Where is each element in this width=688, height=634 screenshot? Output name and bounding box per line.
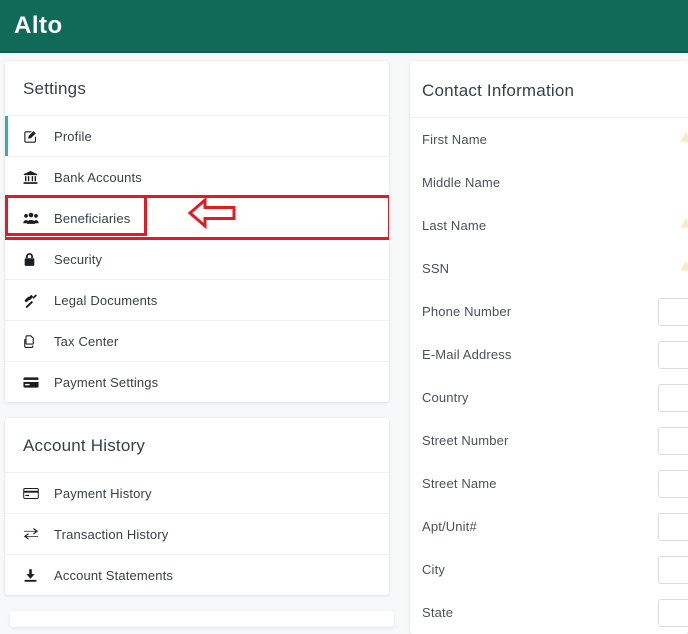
apt-unit-input[interactable]: [658, 513, 688, 541]
sidebar-item-account-statements[interactable]: Account Statements: [5, 554, 389, 595]
sidebar-item-legal-documents[interactable]: Legal Documents: [5, 279, 389, 320]
state-input[interactable]: [658, 599, 688, 627]
sidebar-item-label: Beneficiaries: [54, 210, 131, 226]
account-history-card-title: Account History: [23, 436, 146, 455]
sidebar-item-payment-history[interactable]: Payment History: [5, 472, 389, 513]
account-history-card: Account History Payment History Transact…: [5, 418, 389, 595]
credit-card-icon: [23, 376, 45, 389]
sidebar-item-label: Tax Center: [54, 333, 119, 349]
settings-card: Settings Profile Bank Accounts Beneficia…: [5, 61, 389, 402]
email-address-input[interactable]: [658, 341, 688, 369]
street-name-input[interactable]: [658, 470, 688, 498]
settings-card-title: Settings: [23, 79, 87, 98]
warning-icon: [680, 217, 688, 229]
gavel-icon: [23, 293, 45, 308]
sidebar-item-transaction-history[interactable]: Transaction History: [5, 513, 389, 554]
sidebar-item-label: Transaction History: [54, 526, 169, 542]
lock-icon: [23, 252, 45, 267]
sidebar-item-profile[interactable]: Profile: [5, 115, 389, 156]
page-body: Settings Profile Bank Accounts Beneficia…: [0, 53, 688, 634]
field-label: Middle Name: [422, 175, 501, 190]
field-label: Last Name: [422, 218, 487, 233]
brand-logo[interactable]: Alto: [14, 13, 63, 38]
field-street-number: Street Number: [410, 419, 688, 462]
active-indicator-bar: [5, 116, 8, 156]
app-header: Alto: [0, 0, 688, 53]
contact-information-card: Contact Information First Name Middle Na…: [410, 61, 688, 634]
field-label: State: [422, 605, 454, 620]
field-label: Country: [422, 390, 469, 405]
field-label: SSN: [422, 261, 450, 276]
sidebar-item-beneficiaries[interactable]: Beneficiaries: [5, 195, 389, 240]
country-input[interactable]: [658, 384, 688, 412]
street-number-input[interactable]: [658, 427, 688, 455]
field-label: Phone Number: [422, 304, 512, 319]
sidebar-item-payment-settings[interactable]: Payment Settings: [5, 361, 389, 402]
sidebar-item-label: Account Statements: [54, 567, 174, 583]
field-label: Street Name: [422, 476, 497, 491]
field-state: State: [410, 591, 688, 634]
field-apt-unit: Apt/Unit#: [410, 505, 688, 548]
field-middle-name: Middle Name: [410, 161, 688, 204]
right-column: Contact Information First Name Middle Na…: [410, 61, 688, 634]
bank-icon: [23, 170, 45, 185]
field-email-address: E-Mail Address: [410, 333, 688, 376]
field-city: City: [410, 548, 688, 591]
field-last-name: Last Name: [410, 204, 688, 247]
field-label: First Name: [422, 132, 488, 147]
field-label: Street Number: [422, 433, 509, 448]
phone-number-input[interactable]: [658, 298, 688, 326]
users-group-icon: [23, 211, 45, 226]
sidebar-item-label: Payment History: [54, 485, 152, 501]
sidebar-item-label: Security: [54, 251, 103, 267]
field-street-name: Street Name: [410, 462, 688, 505]
warning-icon: [680, 260, 688, 272]
copy-documents-icon: [23, 334, 45, 349]
exchange-arrows-icon: [23, 527, 45, 541]
sidebar-item-bank-accounts[interactable]: Bank Accounts: [5, 156, 389, 197]
sidebar-item-label: Profile: [54, 128, 92, 144]
sidebar-item-security[interactable]: Security: [5, 238, 389, 279]
field-label: City: [422, 562, 445, 577]
sidebar-item-label: Legal Documents: [54, 292, 158, 308]
edit-square-icon: [23, 129, 45, 144]
left-column: Settings Profile Bank Accounts Beneficia…: [5, 61, 394, 627]
contact-information-title: Contact Information: [410, 61, 688, 118]
field-ssn: SSN: [410, 247, 688, 290]
warning-icon: [680, 131, 688, 143]
sidebar-item-label: Payment Settings: [54, 374, 159, 390]
download-icon: [23, 568, 45, 583]
sidebar-item-tax-center[interactable]: Tax Center: [5, 320, 389, 361]
field-label: Apt/Unit#: [422, 519, 477, 534]
city-input[interactable]: [658, 556, 688, 584]
field-label: E-Mail Address: [422, 347, 512, 362]
credit-card-icon: [23, 487, 45, 500]
field-phone-number: Phone Number: [410, 290, 688, 333]
field-first-name: First Name: [410, 118, 688, 161]
next-card-stub: [10, 611, 394, 627]
field-country: Country: [410, 376, 688, 419]
sidebar-item-label: Bank Accounts: [54, 169, 142, 185]
